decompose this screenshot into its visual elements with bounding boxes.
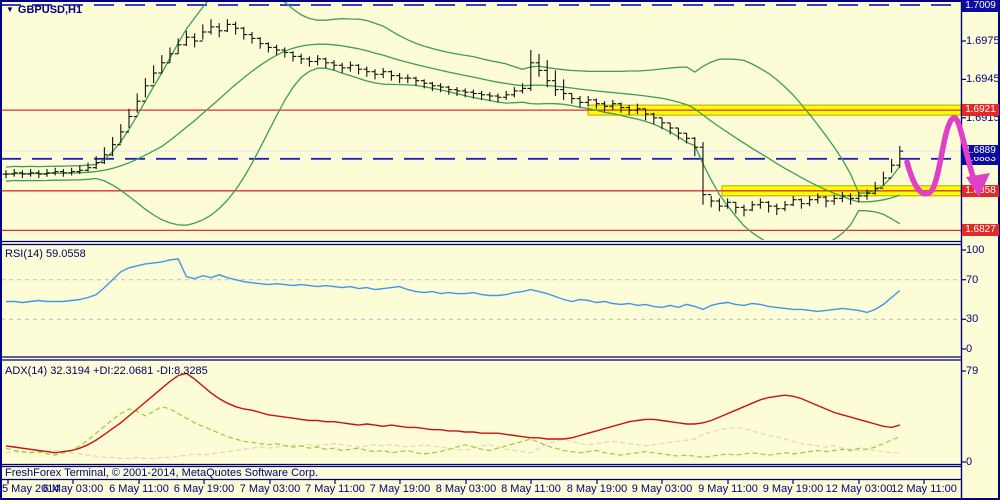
symbol-title-text: GBPUSD,H1: [17, 4, 83, 16]
time-axis-label: 12 May 11:00: [891, 483, 957, 495]
price-axis-label-blue: 1.6889: [962, 145, 999, 158]
rsi-indicator-label: RSI(14) 59.0558: [5, 248, 86, 260]
time-axis-label: 9 May 03:00: [631, 483, 693, 495]
time-axis-label: 7 May 11:00: [305, 483, 365, 495]
price-axis-label-red: 1.6827: [962, 224, 999, 237]
rsi-scale-label: 70: [966, 273, 979, 286]
time-axis-label: 8 May 11:00: [501, 483, 561, 495]
rsi-scale-label: 100: [966, 244, 985, 256]
time-axis-label: 6 May 03:00: [42, 483, 104, 495]
adx-indicator-label: ADX(14) 32.3194 +DI:22.0681 -DI:8.3285: [5, 365, 208, 377]
time-axis-label: 8 May 03:00: [435, 483, 497, 495]
symbol-title[interactable]: ▼ GBPUSD,H1: [6, 4, 82, 16]
time-axis-label: 6 May 19:00: [173, 483, 235, 495]
price-axis-label-red: 1.6858: [962, 184, 999, 197]
adx-scale-label: 79: [966, 364, 979, 377]
axis-labels-layer: 1.6975 1.6945 1.6915 100 70 30 0 79 0 1.7009 1.692…: [0, 0, 1000, 500]
rsi-scale-label: 30: [966, 313, 979, 326]
price-axis-label: 1.6975: [966, 35, 1000, 47]
time-axis-label: 7 May 03:00: [239, 483, 301, 495]
trading-terminal-window: 1.6975 1.6945 1.6915 100 70 30 0 79 0 1.7009 1.692…: [0, 0, 1000, 500]
price-axis-label-blue: 1.7009: [962, 0, 999, 12]
time-axis-label: 8 May 19:00: [566, 483, 628, 495]
adx-scale-label: 0: [966, 456, 973, 468]
price-axis-label-red: 1.6921: [962, 104, 999, 117]
time-axis-label: 7 May 19:00: [369, 483, 431, 495]
copyright-text: FreshForex Terminal, © 2001-2014, MetaQu…: [5, 467, 318, 479]
time-axis-label: 6 May 11:00: [109, 483, 169, 495]
price-axis-label: 1.6945: [966, 73, 1000, 86]
time-axis-label: 9 May 11:00: [698, 483, 758, 495]
rsi-scale-label: 0: [966, 343, 973, 355]
time-axis-label: 12 May 03:00: [825, 483, 893, 495]
time-axis-label: 9 May 19:00: [762, 483, 824, 495]
symbol-dropdown-icon[interactable]: ▼: [6, 5, 14, 14]
